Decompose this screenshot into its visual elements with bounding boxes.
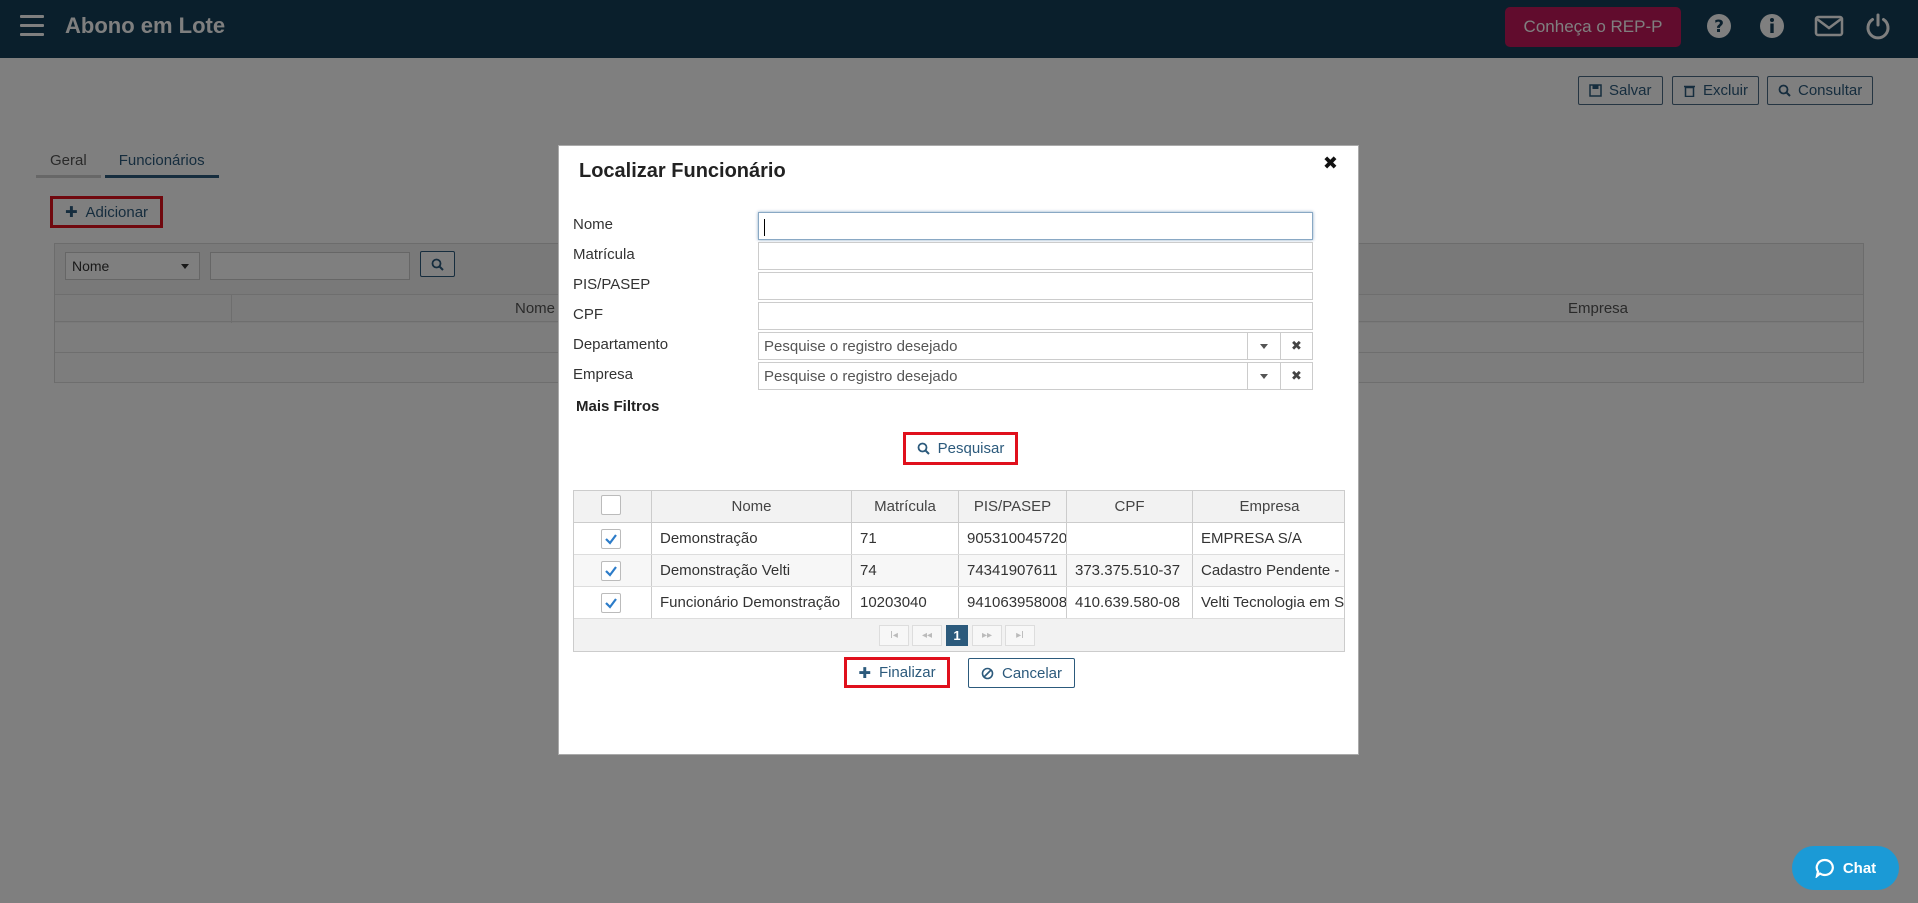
chevron-down-icon[interactable]: [1247, 363, 1280, 389]
chat-button[interactable]: Chat: [1792, 846, 1899, 890]
check-icon: [605, 598, 617, 609]
row-checkbox[interactable]: [601, 561, 621, 581]
dialog-title: Localizar Funcionário: [579, 160, 786, 182]
cell-empresa: Cadastro Pendente -: [1201, 562, 1340, 579]
empresa-lookup[interactable]: Pesquise o registro desejado ✖: [758, 362, 1313, 390]
finish-label: Finalizar: [878, 664, 936, 681]
cell-cpf: 373.375.510-37: [1067, 555, 1193, 586]
pis-field-row: PIS/PASEP: [573, 272, 1313, 300]
cell-pis: 941063958008: [959, 587, 1067, 618]
empresa-field-row: Empresa Pesquise o registro desejado ✖: [573, 362, 1313, 390]
nome-field-row: Nome: [573, 212, 1313, 240]
plus-icon: ✚: [858, 664, 871, 682]
row-checkbox[interactable]: [601, 593, 621, 613]
cell-empresa: Velti Tecnologia em S: [1201, 594, 1345, 611]
col-nome[interactable]: Nome: [652, 491, 852, 522]
prev-page-button[interactable]: ◂◂: [912, 625, 942, 646]
nome-label: Nome: [573, 216, 614, 233]
check-icon: [605, 534, 617, 545]
row-checkbox[interactable]: [601, 529, 621, 549]
cell-matricula: 10203040: [852, 587, 959, 618]
last-page-button[interactable]: ▸I: [1005, 625, 1035, 646]
pis-label: PIS/PASEP: [573, 276, 651, 293]
cell-nome: Demonstração: [652, 523, 852, 554]
nome-input[interactable]: [758, 212, 1313, 240]
cell-cpf: [1067, 523, 1193, 554]
cell-pis: 74341907611: [959, 555, 1067, 586]
page-1-button[interactable]: 1: [946, 625, 968, 646]
close-icon[interactable]: ✖: [1323, 153, 1338, 174]
cpf-label: CPF: [573, 306, 603, 323]
matricula-input[interactable]: [758, 242, 1313, 270]
departamento-lookup[interactable]: Pesquise o registro desejado ✖: [758, 332, 1313, 360]
cell-empresa: EMPRESA S/A: [1201, 530, 1302, 547]
next-page-button[interactable]: ▸▸: [972, 625, 1002, 646]
clear-icon[interactable]: ✖: [1280, 363, 1312, 389]
cell-pis: 905310045720: [959, 523, 1067, 554]
pagination: I◂ ◂◂ 1 ▸▸ ▸I: [574, 619, 1344, 651]
cpf-input[interactable]: [758, 302, 1313, 330]
departamento-placeholder: Pesquise o registro desejado: [764, 338, 958, 355]
matricula-label: Matrícula: [573, 246, 635, 263]
table-row[interactable]: Demonstração 71 905310045720 EMPRESA S/A: [574, 523, 1344, 555]
finish-button[interactable]: ✚ Finalizar: [844, 657, 950, 688]
check-icon: [605, 566, 617, 577]
cpf-field-row: CPF: [573, 302, 1313, 330]
chevron-down-icon[interactable]: [1247, 333, 1280, 359]
table-row[interactable]: Demonstração Velti 74 74341907611 373.37…: [574, 555, 1344, 587]
clear-icon[interactable]: ✖: [1280, 333, 1312, 359]
cell-cpf: 410.639.580-08: [1067, 587, 1193, 618]
chat-label: Chat: [1842, 859, 1877, 877]
select-all-checkbox[interactable]: [601, 495, 621, 515]
col-empresa[interactable]: Empresa: [1193, 491, 1344, 522]
pis-input[interactable]: [758, 272, 1313, 300]
ban-icon: [981, 667, 994, 679]
chat-bubble-icon: [1815, 858, 1834, 878]
table-row[interactable]: Funcionário Demonstração 10203040 941063…: [574, 587, 1345, 619]
matricula-field-row: Matrícula: [573, 242, 1313, 270]
find-employee-dialog: Localizar Funcionário ✖ Nome Matrícula P…: [558, 145, 1359, 755]
cell-matricula: 74: [852, 555, 959, 586]
more-filters-toggle[interactable]: Mais Filtros: [576, 398, 659, 415]
col-cpf[interactable]: CPF: [1067, 491, 1193, 522]
cell-matricula: 71: [852, 523, 959, 554]
cell-nome: Demonstração Velti: [652, 555, 852, 586]
empresa-placeholder: Pesquise o registro desejado: [764, 368, 958, 385]
col-pis[interactable]: PIS/PASEP: [959, 491, 1067, 522]
search-icon: [917, 442, 930, 455]
empresa-label: Empresa: [573, 366, 634, 383]
grid-header: Nome Matrícula PIS/PASEP CPF Empresa: [574, 491, 1344, 523]
cell-nome: Funcionário Demonstração: [652, 587, 852, 618]
col-matricula[interactable]: Matrícula: [852, 491, 959, 522]
cancel-label: Cancelar: [1001, 664, 1063, 682]
results-grid: Nome Matrícula PIS/PASEP CPF Empresa Dem…: [573, 490, 1345, 652]
first-page-button[interactable]: I◂: [879, 625, 909, 646]
cancel-button[interactable]: Cancelar: [968, 658, 1075, 688]
search-button[interactable]: Pesquisar: [903, 432, 1018, 465]
departamento-field-row: Departamento Pesquise o registro desejad…: [573, 332, 1313, 360]
search-label: Pesquisar: [937, 440, 1005, 457]
departamento-label: Departamento: [573, 336, 669, 353]
